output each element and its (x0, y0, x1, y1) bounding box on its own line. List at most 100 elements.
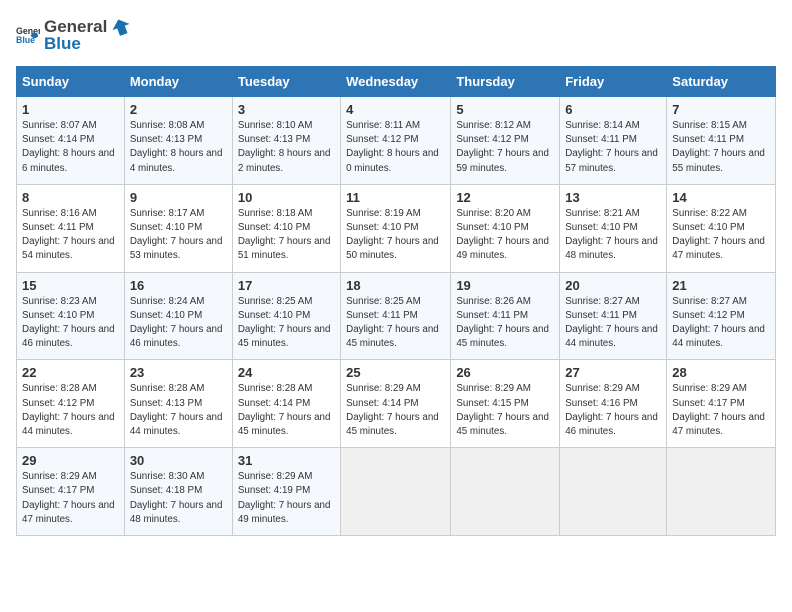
col-thursday: Thursday (451, 67, 560, 97)
day-info: Sunrise: 8:29 AMSunset: 4:19 PMDaylight:… (238, 471, 331, 525)
table-row: 25 Sunrise: 8:29 AMSunset: 4:14 PMDayligh… (341, 360, 451, 448)
table-row: 9 Sunrise: 8:17 AMSunset: 4:10 PMDaylight… (124, 184, 232, 272)
table-row: 3 Sunrise: 8:10 AMSunset: 4:13 PMDaylight… (232, 97, 340, 185)
day-number: 18 (346, 278, 445, 293)
day-info: Sunrise: 8:29 AMSunset: 4:15 PMDaylight:… (456, 383, 549, 437)
day-info: Sunrise: 8:27 AMSunset: 4:12 PMDaylight:… (672, 296, 765, 350)
day-info: Sunrise: 8:24 AMSunset: 4:10 PMDaylight:… (130, 296, 223, 350)
day-number: 27 (565, 365, 661, 380)
day-info: Sunrise: 8:29 AMSunset: 4:16 PMDaylight:… (565, 383, 658, 437)
day-number: 9 (130, 190, 227, 205)
col-tuesday: Tuesday (232, 67, 340, 97)
day-info: Sunrise: 8:21 AMSunset: 4:10 PMDaylight:… (565, 208, 658, 262)
table-row: 5 Sunrise: 8:12 AMSunset: 4:12 PMDaylight… (451, 97, 560, 185)
day-info: Sunrise: 8:17 AMSunset: 4:10 PMDaylight:… (130, 208, 223, 262)
day-info: Sunrise: 8:29 AMSunset: 4:17 PMDaylight:… (672, 383, 765, 437)
table-row: 18 Sunrise: 8:25 AMSunset: 4:11 PMDayligh… (341, 272, 451, 360)
table-row: 20Sunrise: 8:27 AMSunset: 4:11 PMDayligh… (560, 272, 667, 360)
day-number: 16 (130, 278, 227, 293)
day-number: 17 (238, 278, 335, 293)
table-row: 27 Sunrise: 8:29 AMSunset: 4:16 PMDayligh… (560, 360, 667, 448)
table-row: 6 Sunrise: 8:14 AMSunset: 4:11 PMDaylight… (560, 97, 667, 185)
table-row: 7 Sunrise: 8:15 AMSunset: 4:11 PMDaylight… (667, 97, 776, 185)
day-info: Sunrise: 8:20 AMSunset: 4:10 PMDaylight:… (456, 208, 549, 262)
day-info: Sunrise: 8:29 AMSunset: 4:14 PMDaylight:… (346, 383, 439, 437)
day-number: 5 (456, 102, 554, 117)
page-header: General Blue General Blue (16, 16, 776, 54)
col-friday: Friday (560, 67, 667, 97)
day-info: Sunrise: 8:11 AMSunset: 4:12 PMDaylight:… (346, 120, 439, 174)
logo: General Blue General Blue (16, 16, 132, 54)
calendar-row: 22 Sunrise: 8:28 AMSunset: 4:12 PMDayligh… (17, 360, 776, 448)
day-number: 15 (22, 278, 119, 293)
logo-icon: General Blue (16, 23, 40, 47)
calendar-table: Sunday Monday Tuesday Wednesday Thursday… (16, 66, 776, 536)
calendar-row: 29 Sunrise: 8:29 AMSunset: 4:17 PMDayligh… (17, 448, 776, 536)
table-row: 10 Sunrise: 8:18 AMSunset: 4:10 PMDayligh… (232, 184, 340, 272)
day-info: Sunrise: 8:15 AMSunset: 4:11 PMDaylight:… (672, 120, 765, 174)
day-number: 22 (22, 365, 119, 380)
day-info: Sunrise: 8:28 AMSunset: 4:14 PMDaylight:… (238, 383, 331, 437)
day-number: 2 (130, 102, 227, 117)
day-number: 31 (238, 453, 335, 468)
table-row (667, 448, 776, 536)
day-number: 6 (565, 102, 661, 117)
calendar-row: 15 Sunrise: 8:23 AMSunset: 4:10 PMDayligh… (17, 272, 776, 360)
day-number: 8 (22, 190, 119, 205)
col-wednesday: Wednesday (341, 67, 451, 97)
header-row: Sunday Monday Tuesday Wednesday Thursday… (17, 67, 776, 97)
day-info: Sunrise: 8:14 AMSunset: 4:11 PMDaylight:… (565, 120, 658, 174)
svg-text:Blue: Blue (16, 35, 35, 45)
table-row: 14 Sunrise: 8:22 AMSunset: 4:10 PMDayligh… (667, 184, 776, 272)
day-number: 25 (346, 365, 445, 380)
table-row: 21 Sunrise: 8:27 AMSunset: 4:12 PMDayligh… (667, 272, 776, 360)
table-row: 15 Sunrise: 8:23 AMSunset: 4:10 PMDayligh… (17, 272, 125, 360)
day-info: Sunrise: 8:22 AMSunset: 4:10 PMDaylight:… (672, 208, 765, 262)
table-row: 4 Sunrise: 8:11 AMSunset: 4:12 PMDaylight… (341, 97, 451, 185)
day-number: 30 (130, 453, 227, 468)
day-info: Sunrise: 8:10 AMSunset: 4:13 PMDaylight:… (238, 120, 331, 174)
day-info: Sunrise: 8:18 AMSunset: 4:10 PMDaylight:… (238, 208, 331, 262)
calendar-row: 8 Sunrise: 8:16 AMSunset: 4:11 PMDaylight… (17, 184, 776, 272)
col-monday: Monday (124, 67, 232, 97)
day-number: 13 (565, 190, 661, 205)
day-number: 23 (130, 365, 227, 380)
day-number: 1 (22, 102, 119, 117)
day-number: 28 (672, 365, 770, 380)
table-row: 16 Sunrise: 8:24 AMSunset: 4:10 PMDayligh… (124, 272, 232, 360)
day-info: Sunrise: 8:28 AMSunset: 4:12 PMDaylight:… (22, 383, 115, 437)
day-info: Sunrise: 8:28 AMSunset: 4:13 PMDaylight:… (130, 383, 223, 437)
day-number: 24 (238, 365, 335, 380)
table-row: 19Sunrise: 8:26 AMSunset: 4:11 PMDayligh… (451, 272, 560, 360)
table-row: 8 Sunrise: 8:16 AMSunset: 4:11 PMDaylight… (17, 184, 125, 272)
table-row: 1 Sunrise: 8:07 AMSunset: 4:14 PMDaylight… (17, 97, 125, 185)
table-row (341, 448, 451, 536)
day-number: 29 (22, 453, 119, 468)
day-number: 3 (238, 102, 335, 117)
day-info: Sunrise: 8:12 AMSunset: 4:12 PMDaylight:… (456, 120, 549, 174)
day-number: 12 (456, 190, 554, 205)
day-number: 7 (672, 102, 770, 117)
day-info: Sunrise: 8:25 AMSunset: 4:11 PMDaylight:… (346, 296, 439, 350)
day-number: 14 (672, 190, 770, 205)
day-info: Sunrise: 8:27 AMSunset: 4:11 PMDaylight:… (565, 296, 658, 350)
day-number: 10 (238, 190, 335, 205)
day-info: Sunrise: 8:07 AMSunset: 4:14 PMDaylight:… (22, 120, 115, 174)
table-row: 2Sunrise: 8:08 AMSunset: 4:13 PMDaylight… (124, 97, 232, 185)
day-info: Sunrise: 8:23 AMSunset: 4:10 PMDaylight:… (22, 296, 115, 350)
table-row: 26Sunrise: 8:29 AMSunset: 4:15 PMDayligh… (451, 360, 560, 448)
table-row: 17Sunrise: 8:25 AMSunset: 4:10 PMDayligh… (232, 272, 340, 360)
table-row: 29 Sunrise: 8:29 AMSunset: 4:17 PMDayligh… (17, 448, 125, 536)
day-info: Sunrise: 8:16 AMSunset: 4:11 PMDaylight:… (22, 208, 115, 262)
day-number: 21 (672, 278, 770, 293)
calendar-row: 1 Sunrise: 8:07 AMSunset: 4:14 PMDaylight… (17, 97, 776, 185)
day-info: Sunrise: 8:29 AMSunset: 4:17 PMDaylight:… (22, 471, 115, 525)
day-number: 4 (346, 102, 445, 117)
col-sunday: Sunday (17, 67, 125, 97)
table-row: 24 Sunrise: 8:28 AMSunset: 4:14 PMDayligh… (232, 360, 340, 448)
table-row: 28 Sunrise: 8:29 AMSunset: 4:17 PMDayligh… (667, 360, 776, 448)
day-info: Sunrise: 8:30 AMSunset: 4:18 PMDaylight:… (130, 471, 223, 525)
day-info: Sunrise: 8:19 AMSunset: 4:10 PMDaylight:… (346, 208, 439, 262)
col-saturday: Saturday (667, 67, 776, 97)
table-row: 23 Sunrise: 8:28 AMSunset: 4:13 PMDayligh… (124, 360, 232, 448)
